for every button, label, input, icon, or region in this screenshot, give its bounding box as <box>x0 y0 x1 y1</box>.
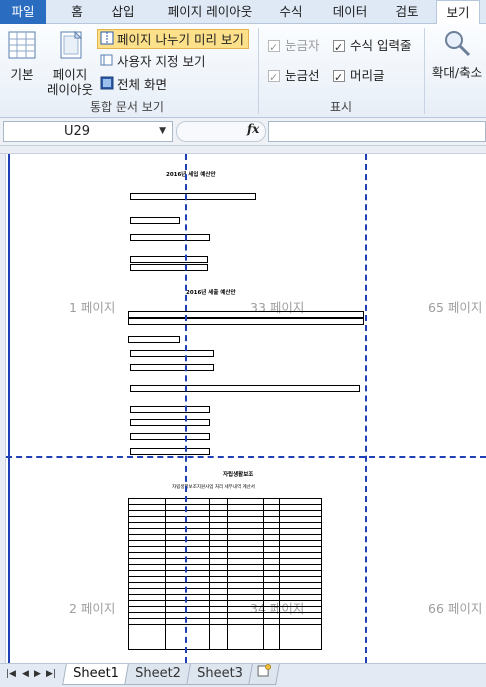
page-watermark: 2 페이지 <box>69 601 116 616</box>
prev-sheet-icon[interactable]: ◀ <box>22 669 29 679</box>
page-watermark: 1 페이지 <box>69 300 116 315</box>
zoom-button[interactable]: 확대/축소 <box>428 28 486 80</box>
custom-views-button[interactable]: 사용자 지정 보기 <box>100 52 205 72</box>
group-separator <box>424 28 425 114</box>
tab-home[interactable]: 홈 <box>62 0 92 24</box>
cell-block <box>130 385 360 392</box>
chevron-down-icon[interactable]: ▼ <box>159 122 166 141</box>
cell-block <box>130 234 210 241</box>
full-screen-button[interactable]: 전체 화면 <box>100 75 167 95</box>
normal-view-button[interactable]: 기본 <box>4 30 40 82</box>
ruler-label: 눈금자 <box>285 38 320 53</box>
sheet-tab-bar: |◀ ◀ ▶ ▶| Sheet1 Sheet2 Sheet3 <box>0 663 486 687</box>
first-sheet-icon[interactable]: |◀ <box>6 669 16 679</box>
sheet-tab-label: Sheet3 <box>197 666 243 681</box>
headings-checkbox[interactable]: 머리글 <box>333 66 385 88</box>
page-break-vertical[interactable] <box>365 154 367 663</box>
magnifier-icon <box>428 28 486 61</box>
page-layout-icon <box>44 30 96 63</box>
tab-page-layout[interactable]: 페이지 레이아웃 <box>158 0 262 24</box>
page-break-horizontal[interactable] <box>6 456 486 458</box>
cell-block <box>130 193 256 200</box>
page-layout-label-1: 페이지 <box>52 67 88 82</box>
name-box-value: U29 <box>64 124 91 139</box>
detail-table <box>128 498 322 650</box>
zoom-label: 확대/축소 <box>431 65 483 80</box>
sheet-tab-label: Sheet2 <box>135 666 181 681</box>
row-headers <box>0 154 6 663</box>
page-break-preview-button[interactable]: 페이지 나누기 미리 보기 <box>97 29 249 49</box>
last-sheet-icon[interactable]: ▶| <box>46 669 56 679</box>
cell-block <box>130 264 208 271</box>
sheet-tab-label: Sheet1 <box>73 666 119 681</box>
tab-review[interactable]: 검토 <box>390 0 424 24</box>
add-sheet-icon <box>257 664 272 684</box>
full-screen-icon <box>100 76 114 96</box>
normal-view-icon <box>4 30 40 63</box>
group-separator <box>258 28 259 114</box>
page-watermark: 65 페이지 <box>428 300 483 315</box>
table-row <box>129 619 321 625</box>
cell-block <box>130 419 210 426</box>
workbook-views-group-label: 통합 문서 보기 <box>90 100 164 114</box>
column-headers <box>0 146 486 154</box>
headings-check-icon <box>333 68 345 88</box>
show-group-label: 표시 <box>330 100 353 114</box>
worksheet-area[interactable]: 1 페이지 33 페이지 65 페이지 2 페이지 34 페이지 66 페이지 … <box>0 146 486 663</box>
gridlines-label: 눈금선 <box>285 68 320 83</box>
formula-input[interactable] <box>268 121 486 142</box>
ribbon-tab-bar: 파일 홈 삽입 페이지 레이아웃 수식 데이터 검토 보기 <box>0 0 486 25</box>
insert-sheet-button[interactable] <box>248 664 280 685</box>
formula-bar-checkbox[interactable]: 수식 입력줄 <box>333 36 412 58</box>
formula-bar: U29 ▼ fx <box>0 118 486 146</box>
sheet-tab-sheet1[interactable]: Sheet1 <box>62 664 130 685</box>
formula-bar-label: 수식 입력줄 <box>350 38 412 53</box>
sheet-tab-sheet2[interactable]: Sheet2 <box>124 664 192 685</box>
cell-block <box>130 448 210 455</box>
gridlines-check-icon <box>268 68 280 88</box>
name-box[interactable]: U29 ▼ <box>3 121 173 142</box>
next-sheet-icon[interactable]: ▶ <box>34 669 41 679</box>
custom-views-label: 사용자 지정 보기 <box>117 54 206 69</box>
cell-block <box>130 406 210 413</box>
sheet-tab-sheet3[interactable]: Sheet3 <box>186 664 254 685</box>
page-break-vertical[interactable] <box>185 154 187 663</box>
print-area-left-edge <box>8 154 10 663</box>
headings-label: 머리글 <box>350 68 385 83</box>
cell-block <box>128 311 364 318</box>
custom-views-icon <box>100 53 114 73</box>
cell-block <box>130 350 214 357</box>
page-watermark: 66 페이지 <box>428 601 483 616</box>
tab-view[interactable]: 보기 <box>436 0 480 25</box>
cell-block <box>130 256 208 263</box>
page-layout-label-2: 레이아웃 <box>46 82 93 97</box>
ruler-checkbox[interactable]: 눈금자 <box>268 36 320 58</box>
cell-block <box>130 364 214 371</box>
budget-title-revenue: 2016년 세입 예산안 <box>166 172 216 178</box>
full-screen-label: 전체 화면 <box>117 77 167 92</box>
cell-block <box>130 433 210 440</box>
page-layout-view-button[interactable]: 페이지 레이아웃 <box>44 30 96 97</box>
tab-formulas[interactable]: 수식 <box>272 0 310 24</box>
page-break-preview-label: 페이지 나누기 미리 보기 <box>117 32 244 47</box>
normal-view-label: 기본 <box>10 67 34 82</box>
budget-title-expense: 2016년 세출 예산안 <box>186 290 236 296</box>
cell-block <box>130 217 180 224</box>
support-title: 자립생활보조 <box>223 472 254 478</box>
ruler-check-icon <box>268 38 280 58</box>
tab-insert[interactable]: 삽입 <box>104 0 142 24</box>
gridlines-checkbox[interactable]: 눈금선 <box>268 66 320 88</box>
tab-data[interactable]: 데이터 <box>328 0 372 24</box>
page-break-preview-icon <box>100 31 114 51</box>
tab-file[interactable]: 파일 <box>0 0 46 24</box>
ribbon-view-panel: 기본 페이지 레이아웃 페이지 나누기 미리 보기 사용자 지정 보기 전체 화… <box>0 24 486 118</box>
cell-block <box>128 336 180 343</box>
fx-icon[interactable]: fx <box>247 122 259 136</box>
cell-block <box>128 318 364 325</box>
formula-bar-check-icon <box>333 38 345 58</box>
